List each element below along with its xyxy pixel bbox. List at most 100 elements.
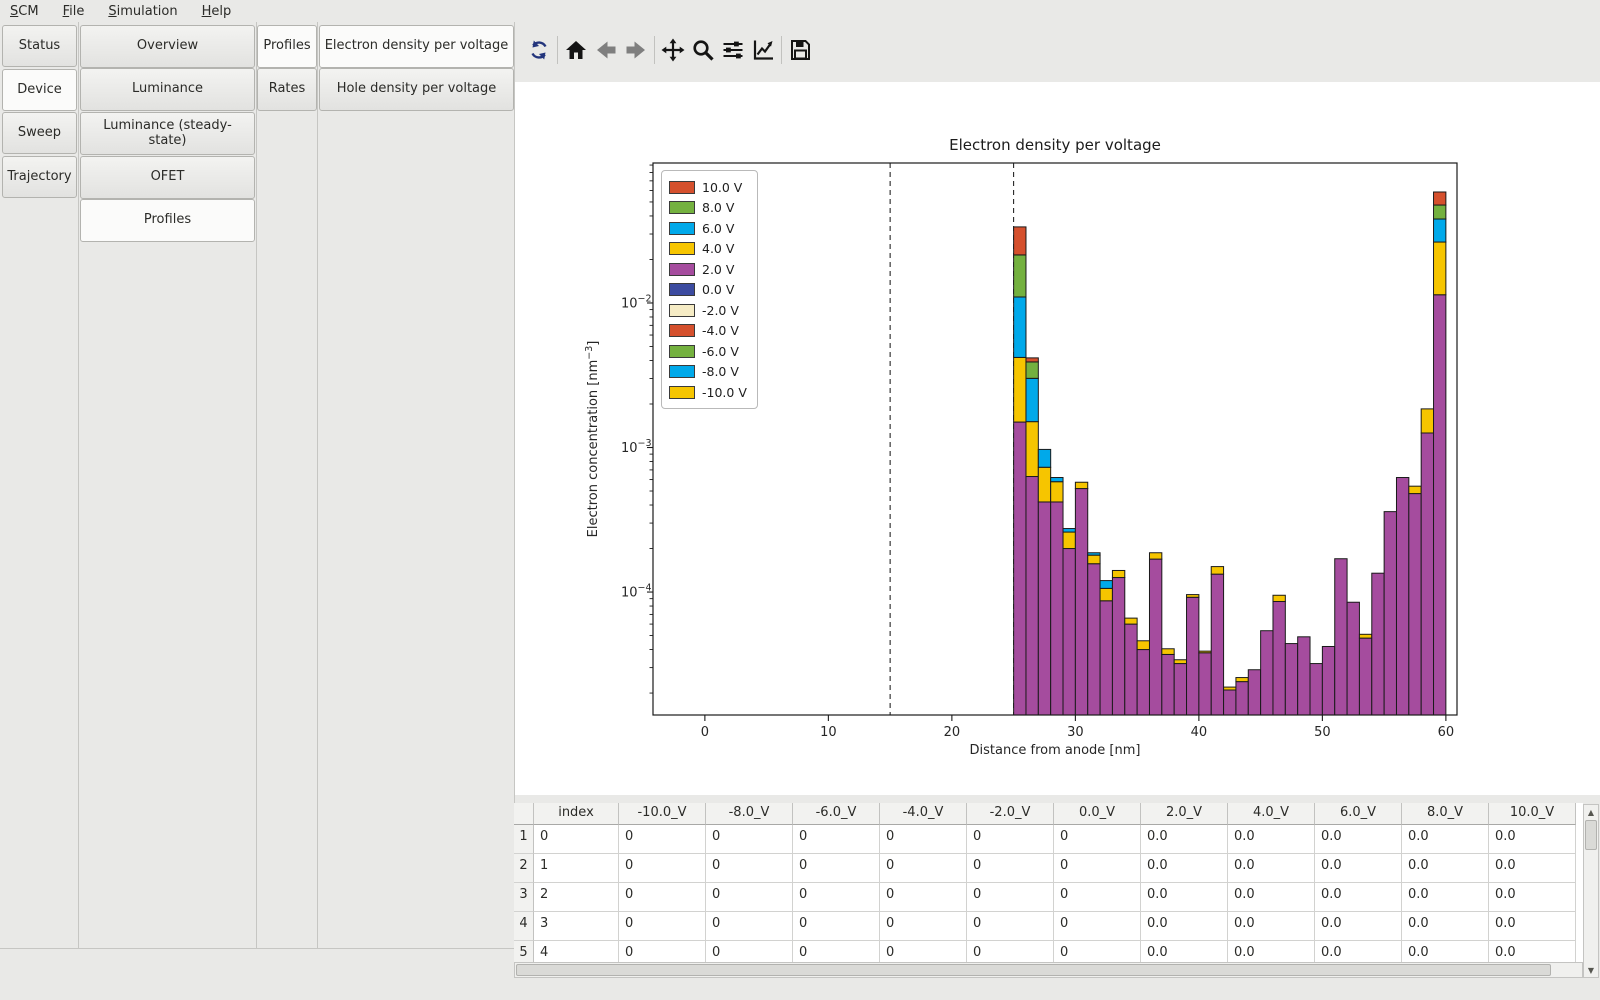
table-cell[interactable]: 0.0: [1228, 825, 1315, 854]
table-cell[interactable]: 0.0: [1141, 941, 1228, 962]
row-number[interactable]: 3: [514, 883, 534, 912]
table-vscrollbar[interactable]: ▲ ▼: [1583, 804, 1599, 978]
table-cell[interactable]: 0: [619, 825, 706, 854]
table-cell[interactable]: 0: [793, 912, 880, 941]
column-header-8.0_V[interactable]: 8.0_V: [1402, 803, 1489, 825]
menu-item-file[interactable]: File: [63, 4, 85, 19]
table-cell[interactable]: 0.0: [1228, 854, 1315, 883]
table-cell[interactable]: 0: [706, 912, 793, 941]
tab-rates[interactable]: Rates: [257, 68, 317, 111]
table-cell[interactable]: 0: [1054, 883, 1141, 912]
tab-electron-density-per-voltage[interactable]: Electron density per voltage: [319, 25, 514, 68]
table-cell[interactable]: 0.0: [1489, 941, 1576, 962]
table-cell[interactable]: 0.0: [1228, 883, 1315, 912]
tab-luminance[interactable]: Luminance: [80, 68, 255, 111]
table-cell[interactable]: 0.0: [1402, 941, 1489, 962]
table-cell[interactable]: 4: [534, 941, 619, 962]
table-cell[interactable]: 0.0: [1228, 912, 1315, 941]
table-cell[interactable]: 1: [534, 854, 619, 883]
row-number[interactable]: 2: [514, 854, 534, 883]
nav-device[interactable]: Device: [2, 69, 77, 111]
table-cell[interactable]: 0.0: [1315, 883, 1402, 912]
column-header-0.0_V[interactable]: 0.0_V: [1054, 803, 1141, 825]
tab-overview[interactable]: Overview: [80, 25, 255, 68]
edit-axes-button[interactable]: [748, 35, 778, 65]
table-cell[interactable]: 0: [793, 883, 880, 912]
nav-sweep[interactable]: Sweep: [2, 112, 77, 154]
column-header-index[interactable]: index: [534, 803, 619, 825]
vscroll-thumb[interactable]: [1585, 820, 1597, 850]
table-cell[interactable]: 0: [1054, 825, 1141, 854]
table-cell[interactable]: 0: [880, 825, 967, 854]
pan-button[interactable]: [658, 35, 688, 65]
table-cell[interactable]: 0: [706, 941, 793, 962]
table-cell[interactable]: 0.0: [1315, 825, 1402, 854]
table-cell[interactable]: 2: [534, 883, 619, 912]
column-header--6.0_V[interactable]: -6.0_V: [793, 803, 880, 825]
table-cell[interactable]: 0: [967, 941, 1054, 962]
table-cell[interactable]: 0: [1054, 912, 1141, 941]
tab-luminance-steady-state[interactable]: Luminance (steady-state): [80, 112, 255, 155]
table-cell[interactable]: 0: [880, 883, 967, 912]
back-arrow-button[interactable]: [591, 35, 621, 65]
menu-item-simulation[interactable]: Simulation: [108, 4, 177, 19]
table-cell[interactable]: 0: [534, 825, 619, 854]
column-header--10.0_V[interactable]: -10.0_V: [619, 803, 706, 825]
table-cell[interactable]: 0.0: [1141, 854, 1228, 883]
table-cell[interactable]: 0.0: [1402, 854, 1489, 883]
table-cell[interactable]: 0: [967, 912, 1054, 941]
table-cell[interactable]: 0.0: [1141, 912, 1228, 941]
menu-item-help[interactable]: Help: [202, 4, 232, 19]
column-header-4.0_V[interactable]: 4.0_V: [1228, 803, 1315, 825]
table-cell[interactable]: 0: [967, 854, 1054, 883]
table-cell[interactable]: 0: [1054, 854, 1141, 883]
table-cell[interactable]: 0: [793, 941, 880, 962]
table-cell[interactable]: 0: [619, 941, 706, 962]
table-cell[interactable]: 0: [967, 883, 1054, 912]
table-cell[interactable]: 0.0: [1402, 912, 1489, 941]
table-cell[interactable]: 0: [706, 825, 793, 854]
table-cell[interactable]: 0.0: [1489, 883, 1576, 912]
table-cell[interactable]: 0.0: [1402, 825, 1489, 854]
save-button[interactable]: [785, 35, 815, 65]
column-header-6.0_V[interactable]: 6.0_V: [1315, 803, 1402, 825]
table-cell[interactable]: 0.0: [1402, 883, 1489, 912]
table-cell[interactable]: 0.0: [1489, 912, 1576, 941]
table-cell[interactable]: 0: [880, 912, 967, 941]
tab-profiles[interactable]: Profiles: [257, 25, 317, 68]
tab-hole-density-per-voltage[interactable]: Hole density per voltage: [319, 68, 514, 111]
table-cell[interactable]: 0: [967, 825, 1054, 854]
scroll-down-icon[interactable]: ▼: [1584, 963, 1598, 977]
row-number[interactable]: 5: [514, 941, 534, 962]
refresh-button[interactable]: [524, 35, 554, 65]
table-cell[interactable]: 0: [793, 854, 880, 883]
plot-canvas[interactable]: 010203040506010−210−310−4Electron densit…: [515, 82, 1600, 795]
table-cell[interactable]: 3: [534, 912, 619, 941]
table-cell[interactable]: 0.0: [1489, 825, 1576, 854]
column-header-10.0_V[interactable]: 10.0_V: [1489, 803, 1576, 825]
column-header-2.0_V[interactable]: 2.0_V: [1141, 803, 1228, 825]
table-cell[interactable]: 0.0: [1489, 854, 1576, 883]
column-header--2.0_V[interactable]: -2.0_V: [967, 803, 1054, 825]
table-hscrollbar[interactable]: [514, 962, 1583, 978]
row-number[interactable]: 4: [514, 912, 534, 941]
table-cell[interactable]: 0: [619, 912, 706, 941]
menu-item-scm[interactable]: SCM: [10, 4, 39, 19]
zoom-button[interactable]: [688, 35, 718, 65]
nav-status[interactable]: Status: [2, 25, 77, 67]
table-cell[interactable]: 0: [880, 854, 967, 883]
hscroll-thumb[interactable]: [516, 964, 1551, 976]
table-cell[interactable]: 0: [1054, 941, 1141, 962]
table-cell[interactable]: 0.0: [1228, 941, 1315, 962]
table-cell[interactable]: 0.0: [1315, 912, 1402, 941]
table-cell[interactable]: 0: [706, 883, 793, 912]
table-cell[interactable]: 0.0: [1315, 854, 1402, 883]
tab-profiles[interactable]: Profiles: [80, 199, 255, 242]
table-cell[interactable]: 0: [619, 883, 706, 912]
home-button[interactable]: [561, 35, 591, 65]
table-cell[interactable]: 0: [793, 825, 880, 854]
column-header--8.0_V[interactable]: -8.0_V: [706, 803, 793, 825]
table-cell[interactable]: 0: [880, 941, 967, 962]
table-cell[interactable]: 0: [619, 854, 706, 883]
tab-ofet[interactable]: OFET: [80, 156, 255, 199]
